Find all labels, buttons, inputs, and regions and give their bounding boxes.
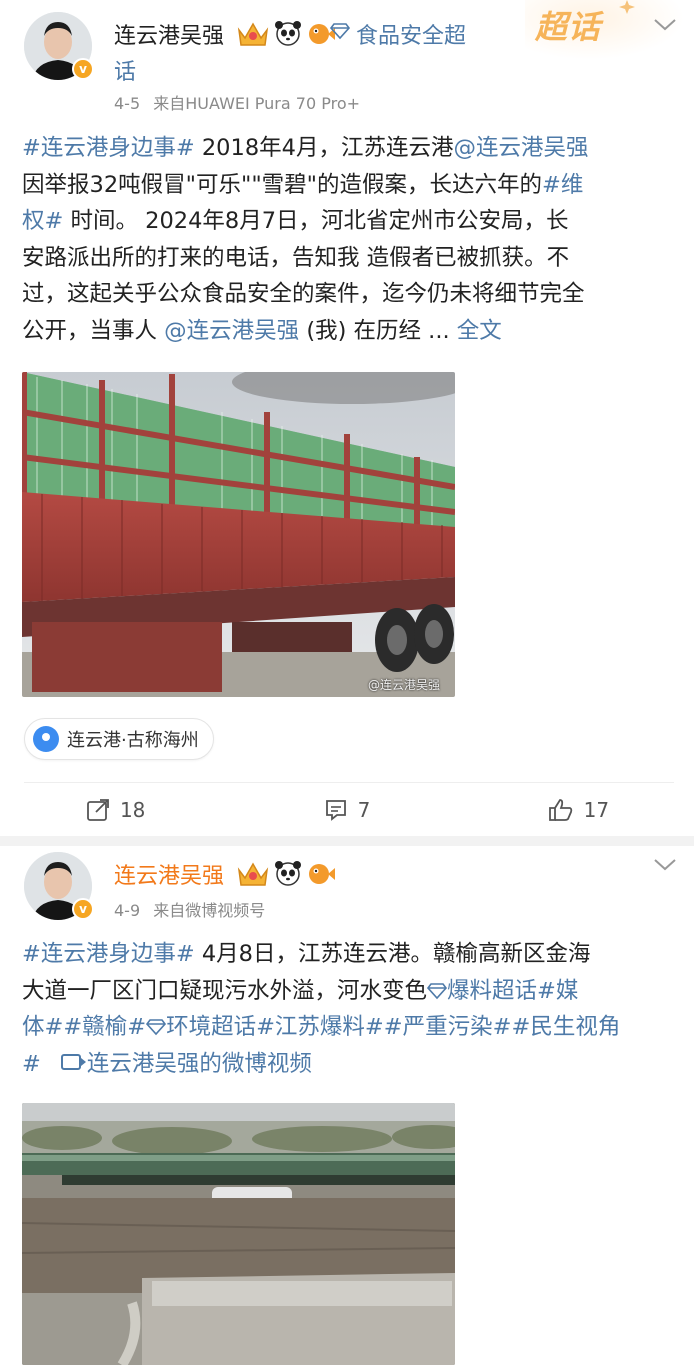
location-tag[interactable]: 连云港·古称海州 bbox=[24, 718, 214, 760]
text-link[interactable]: 连云港吴强的微博视频 bbox=[87, 1051, 312, 1077]
supertopic-link[interactable]: 食品安全超 bbox=[356, 18, 466, 50]
panda-icon bbox=[275, 21, 301, 46]
post-text: #连云港身边事# 4月8日，江苏连云港。赣榆高新区金海 大道一厂区门口疑现污水外溢… bbox=[22, 936, 682, 1082]
text-link[interactable]: #江苏爆料##严重污染##民生视角 bbox=[256, 1014, 620, 1040]
post-meta: 4-5 来自HUAWEI Pura 70 Pro+ bbox=[114, 90, 360, 114]
sparkle-icon bbox=[619, 0, 635, 14]
text-line: #连云港身边事# 4月8日，江苏连云港。赣榆高新区金海 bbox=[22, 936, 682, 973]
source-prefix: 来自 bbox=[153, 901, 186, 920]
text-line: 大道一厂区门口疑现污水外溢，河水变色 爆料超话#媒 bbox=[22, 973, 682, 1010]
text-segment: 时间。 2024年8月7日，河北省定州市公安局，长 bbox=[63, 208, 569, 234]
text-segment: 大道一厂区门口疑现污水外溢，河水变色 bbox=[22, 977, 428, 1004]
video-thumbnail[interactable] bbox=[22, 1103, 455, 1365]
chaohua-banner[interactable]: 超话 bbox=[525, 0, 685, 60]
text-link[interactable]: 全文 bbox=[457, 318, 502, 344]
post-divider bbox=[0, 836, 694, 846]
post-image[interactable]: @连云港吴强 bbox=[22, 372, 455, 697]
text-segment: (我) 在历经 ... bbox=[299, 317, 457, 344]
chevron-down-icon[interactable] bbox=[652, 858, 678, 872]
location-label: 连云港·古称海州 bbox=[67, 730, 199, 751]
post-date: 4-9 bbox=[114, 901, 141, 920]
pufferfish-icon bbox=[309, 864, 335, 884]
text-link[interactable]: #维 bbox=[542, 172, 583, 198]
text-line: 公开，当事人 @连云港吴强 (我) 在历经 ... 全文 bbox=[22, 313, 672, 350]
user-badges bbox=[236, 18, 336, 48]
post-source: 微博视频号 bbox=[185, 901, 266, 920]
diamond-icon bbox=[330, 23, 350, 40]
post-username[interactable]: 连云港吴强 bbox=[114, 858, 224, 890]
text-link[interactable]: @连云港吴强 bbox=[164, 318, 299, 344]
text-line: 因举报32吨假冒"可乐""雪碧"的造假案，长达六年的#维 bbox=[22, 167, 672, 204]
text-line: #连云港身边事# 2018年4月，江苏连云港@连云港吴强 bbox=[22, 130, 672, 167]
post-meta: 4-9 来自微博视频号 bbox=[114, 897, 265, 921]
text-link[interactable]: 环境超话 bbox=[166, 1014, 256, 1040]
supertopic-link-wrap[interactable]: 话 bbox=[114, 54, 136, 86]
text-segment: 2018年4月，江苏连云港 bbox=[194, 135, 454, 161]
text-link[interactable]: 权# bbox=[22, 208, 63, 234]
text-link[interactable]: #连云港身边事# bbox=[22, 135, 195, 161]
post-text: #连云港身边事# 2018年4月，江苏连云港@连云港吴强 因举报32吨假冒"可乐"… bbox=[22, 130, 672, 349]
like-count: 17 bbox=[583, 798, 610, 822]
diamond-icon bbox=[426, 982, 448, 999]
text-line: 安路派出所的打来的电话，告知我 造假者已被抓获。不 bbox=[22, 240, 672, 277]
share-icon bbox=[87, 799, 109, 821]
river-photo bbox=[22, 1103, 455, 1365]
truck-photo bbox=[22, 372, 455, 697]
chaohua-banner-label: 超话 bbox=[535, 8, 602, 46]
post-source: HUAWEI Pura 70 Pro+ bbox=[185, 94, 361, 113]
text-segment: 公开，当事人 bbox=[22, 317, 165, 344]
post-date: 4-5 bbox=[114, 94, 141, 113]
crown-icon bbox=[237, 22, 269, 46]
text-segment: 安路派出所的打来的电话，告知我 造假者已被抓获。不 bbox=[22, 244, 570, 271]
comment-icon bbox=[325, 800, 346, 821]
comment-button[interactable]: 7 bbox=[231, 782, 462, 838]
text-link[interactable]: 爆料超话 bbox=[447, 978, 537, 1004]
thumbs-up-icon bbox=[548, 799, 572, 821]
chevron-down-icon[interactable] bbox=[652, 18, 678, 32]
text-segment: 4月8日，江苏连云港。赣榆高新区金海 bbox=[194, 941, 591, 967]
text-line: # 连云港吴强的微博视频 bbox=[22, 1046, 682, 1083]
text-segment: 过，这起关乎公众食品安全的案件，迄今仍未将细节完全 bbox=[22, 281, 585, 307]
share-count: 18 bbox=[119, 798, 146, 822]
post-username[interactable]: 连云港吴强 bbox=[114, 18, 224, 50]
location-pin-icon bbox=[33, 726, 59, 752]
text-link[interactable]: # bbox=[22, 1051, 41, 1077]
video-icon bbox=[60, 1054, 86, 1070]
text-line: 权# 时间。 2024年8月7日，河北省定州市公安局，长 bbox=[22, 203, 672, 240]
text-link[interactable]: #连云港身边事# bbox=[22, 941, 195, 967]
like-button[interactable]: 17 bbox=[463, 782, 694, 838]
source-prefix: 来自 bbox=[153, 94, 186, 113]
diamond-icon bbox=[146, 1019, 167, 1036]
user-badges bbox=[236, 858, 336, 888]
verified-badge-icon: v bbox=[72, 898, 94, 920]
text-line: 过，这起关乎公众食品安全的案件，迄今仍未将细节完全 bbox=[22, 276, 672, 313]
image-watermark: @连云港吴强 bbox=[368, 678, 441, 692]
crown-icon bbox=[237, 862, 269, 886]
panda-icon bbox=[275, 861, 301, 886]
text-segment: 因举报32吨假冒"可乐""雪碧"的造假案，长达六年的 bbox=[22, 171, 543, 198]
share-button[interactable]: 18 bbox=[0, 782, 231, 838]
text-link[interactable]: #媒 bbox=[537, 978, 578, 1004]
text-link[interactable]: @连云港吴强 bbox=[453, 135, 588, 161]
comment-count: 7 bbox=[357, 798, 371, 822]
text-link[interactable]: 体##赣榆# bbox=[22, 1014, 146, 1040]
text-line: 体##赣榆# 环境超话#江苏爆料##严重污染##民生视角 bbox=[22, 1009, 682, 1046]
verified-badge-icon: v bbox=[72, 58, 94, 80]
post-actions: 18 7 17 bbox=[0, 782, 694, 838]
